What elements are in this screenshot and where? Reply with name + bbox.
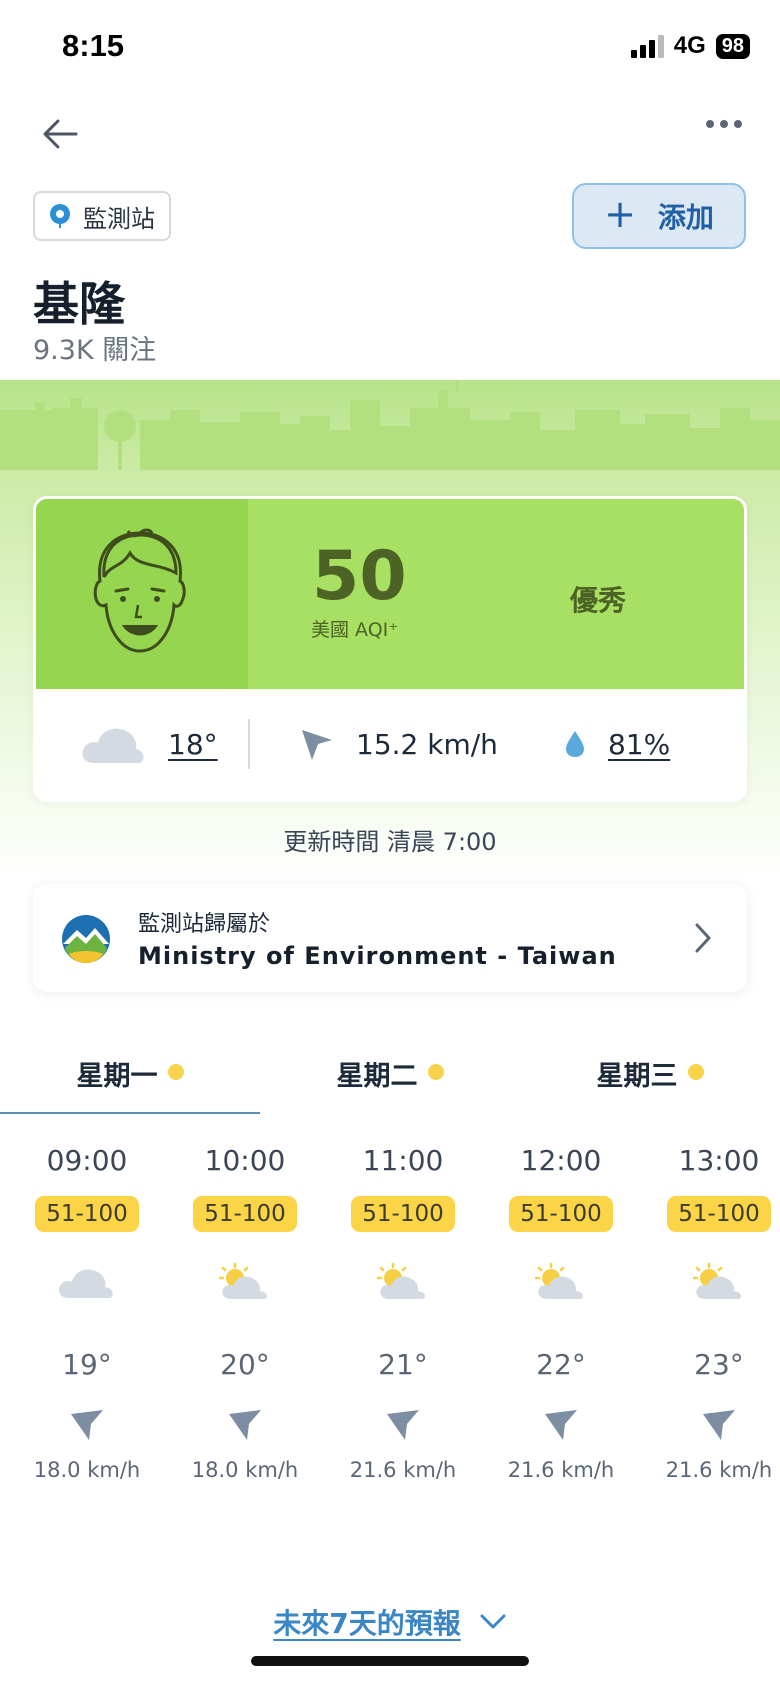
wind-arrow-icon [703, 1410, 735, 1440]
aqi-range-badge: 51-100 [351, 1196, 455, 1232]
station-owner-name: Ministry of Environment - Taiwan [138, 942, 617, 970]
hour-time: 09:00 [46, 1144, 128, 1177]
tab-wednesday[interactable]: 星期三 [520, 1040, 780, 1114]
network-type: 4G [673, 32, 706, 59]
followers-count: 9.3K 關注 [33, 335, 157, 366]
station-chip: 監測站 [33, 191, 171, 241]
location-pin-icon [50, 204, 70, 228]
day-tab-label: 星期一 [76, 1061, 158, 1092]
aqi-range-badge: 51-100 [193, 1196, 297, 1232]
aqi-summary: 50 美國 AQI⁺ 優秀 [36, 499, 744, 689]
station-owner-label: 監測站歸屬於 [138, 912, 271, 937]
ministry-logo-icon [62, 915, 110, 963]
hour-wind-speed: 21.6 km/h [665, 1458, 773, 1482]
hour-column: 10:00 51-100 20° 18.0 km/h [175, 1130, 315, 1490]
partly-cloudy-icon [218, 1262, 268, 1299]
aqi-card[interactable]: 50 美國 AQI⁺ 優秀 18° 15.2 km/h 81% [33, 496, 747, 802]
home-indicator[interactable] [251, 1656, 529, 1666]
hour-column: 13:00 51-100 23° 21.6 km/h [649, 1130, 780, 1490]
hour-time: 13:00 [678, 1144, 760, 1177]
aqi-dot-icon [427, 1064, 444, 1080]
partly-cloudy-icon [692, 1262, 742, 1299]
forecast-link-label: 未來7天的預報 [273, 1607, 461, 1640]
hour-column: 12:00 51-100 22° 21.6 km/h [491, 1130, 631, 1490]
hour-time: 10:00 [204, 1144, 286, 1177]
aqi-range-badge: 51-100 [509, 1196, 613, 1232]
divider [248, 719, 250, 769]
hour-wind-speed: 18.0 km/h [191, 1458, 299, 1482]
tab-monday[interactable]: 星期一 [0, 1040, 260, 1114]
hour-temperature: 20° [220, 1348, 270, 1381]
hour-wind-speed: 21.6 km/h [349, 1458, 457, 1482]
signal-icon [630, 34, 664, 58]
page: 8:15 4G 98 監測站 + 添加 基隆 9.3K 關注 50 美國 AQI… [0, 0, 780, 1689]
cloud-icon [59, 1269, 113, 1298]
add-button-label: 添加 [657, 201, 714, 234]
aqi-dot-icon [167, 1064, 184, 1080]
station-owner-card[interactable]: 監測站歸屬於 Ministry of Environment - Taiwan [33, 884, 747, 992]
wind-arrow-icon [229, 1410, 261, 1440]
hour-temperature: 22° [536, 1348, 586, 1381]
plus-icon: + [604, 192, 636, 236]
wind-arrow-icon [71, 1410, 103, 1440]
station-chip-label: 監測站 [83, 204, 155, 233]
chevron-down-icon [480, 1614, 506, 1629]
happy-face-icon [93, 528, 186, 653]
hour-temperature: 23° [694, 1348, 744, 1381]
status-bar: 8:15 4G 98 [0, 0, 780, 96]
dot-icon [720, 120, 728, 128]
hourly-forecast[interactable]: 09:00 51-100 19° 18.0 km/h 10:00 51-100 … [0, 1130, 780, 1490]
add-button[interactable]: + 添加 [572, 183, 746, 249]
aqi-unit: 美國 AQI⁺ [311, 619, 399, 641]
city-skyline-illustration [0, 380, 780, 470]
wind-item: 15.2 km/h [300, 689, 498, 799]
wind-arrow-icon [545, 1410, 577, 1440]
partly-cloudy-icon [534, 1262, 584, 1299]
hour-wind-speed: 21.6 km/h [507, 1458, 615, 1482]
hour-column: 09:00 51-100 19° 18.0 km/h [17, 1130, 157, 1490]
city-name: 基隆 [33, 277, 125, 331]
aqi-value: 50 [312, 537, 407, 616]
dot-icon [734, 120, 742, 128]
tab-tuesday[interactable]: 星期二 [260, 1040, 520, 1114]
back-button[interactable] [38, 112, 82, 156]
chevron-right-icon [695, 923, 711, 953]
hour-column: 11:00 51-100 21° 21.6 km/h [333, 1130, 473, 1490]
hour-time: 11:00 [362, 1144, 444, 1177]
aqi-range-badge: 51-100 [667, 1196, 771, 1232]
wind-speed-value: 15.2 km/h [356, 727, 498, 761]
dot-icon [706, 120, 714, 128]
more-options-button[interactable] [706, 120, 742, 128]
status-time: 8:15 [62, 28, 125, 63]
water-drop-icon [566, 731, 584, 757]
hour-wind-speed: 18.0 km/h [33, 1458, 141, 1482]
temperature-item: 18° [80, 689, 218, 799]
aqi-range-badge: 51-100 [35, 1196, 139, 1232]
humidity-value: 81% [608, 727, 671, 761]
temperature-value: 18° [168, 727, 218, 761]
seven-day-forecast-link[interactable]: 未來7天的預報 [0, 1602, 780, 1642]
day-tab-label: 星期二 [336, 1061, 418, 1092]
day-tab-label: 星期三 [596, 1061, 678, 1092]
partly-cloudy-icon [376, 1262, 426, 1299]
day-tabs: 星期一 星期二 星期三 [0, 1040, 780, 1114]
aqi-dot-icon [687, 1064, 704, 1080]
hour-time: 12:00 [520, 1144, 602, 1177]
battery-icon: 98 [715, 33, 750, 59]
aqi-level: 優秀 [570, 584, 627, 617]
humidity-item: 81% [564, 689, 670, 799]
arrow-left-icon [43, 119, 78, 149]
wind-arrow-icon [302, 730, 332, 760]
update-time: 更新時間 清晨 7:00 [283, 828, 497, 856]
cloud-icon [82, 728, 144, 763]
hour-temperature: 21° [378, 1348, 428, 1381]
hour-temperature: 19° [62, 1348, 112, 1381]
aqi-face-panel [36, 499, 248, 689]
current-weather-row: 18° 15.2 km/h 81% [36, 689, 744, 799]
status-indicators: 4G 98 [630, 32, 750, 60]
wind-arrow-icon [387, 1410, 419, 1440]
